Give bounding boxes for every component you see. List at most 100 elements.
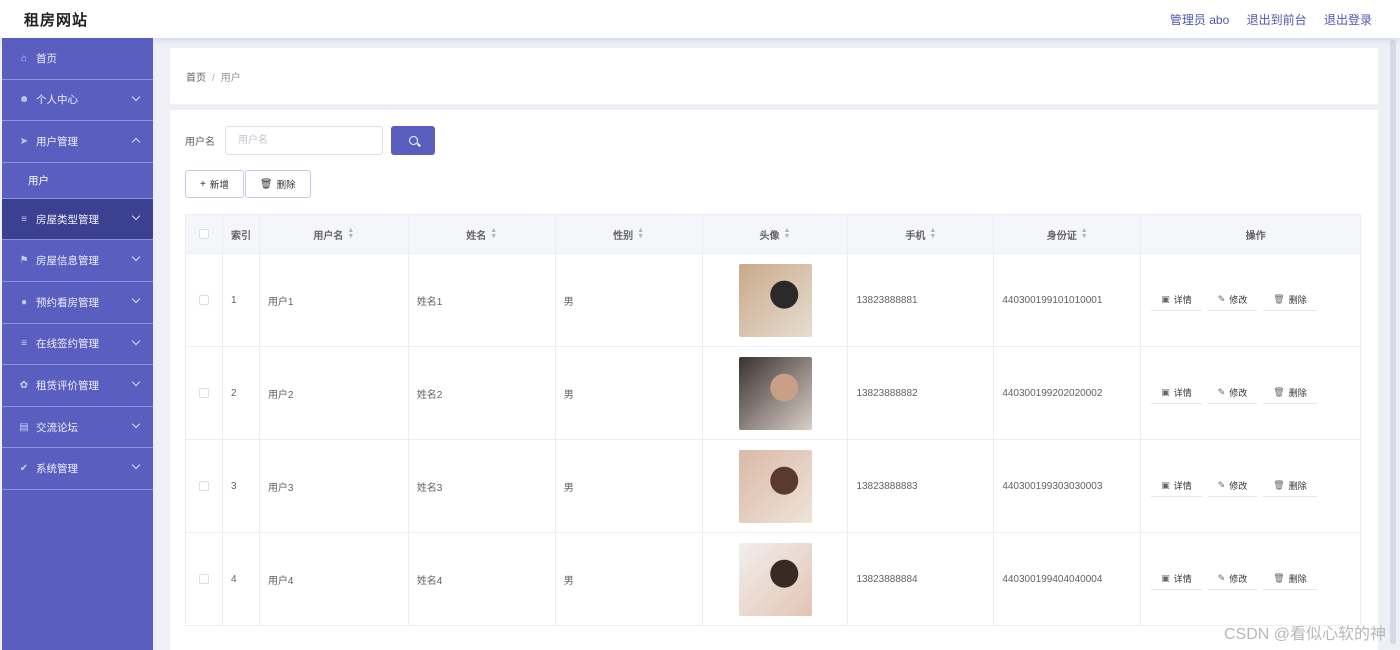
sidebar-item-home[interactable]: ⌂ 首页 <box>2 38 153 80</box>
table-row: 3 用户3 姓名3 男 13823888883 440300199303030003 ▣ 详情… <box>185 440 1361 533</box>
add-button-label: 新增 <box>209 180 229 191</box>
avatar[interactable] <box>738 449 812 523</box>
sidebar-item-house-info-management[interactable]: ⚑ 房屋信息管理 <box>2 240 153 282</box>
avatar[interactable] <box>738 542 812 616</box>
chevron-down-icon <box>131 211 141 221</box>
search-row: 用户名 <box>185 125 435 155</box>
header-sex-label: 性别 <box>613 230 634 242</box>
header-index-label: 索引 <box>230 230 251 242</box>
edit-icon: ✎ <box>1217 480 1226 490</box>
row-checkbox[interactable] <box>198 295 209 305</box>
row-phone: 13823888881 <box>848 254 995 346</box>
edit-button[interactable]: ✎ 修改 <box>1207 475 1258 497</box>
sidebar-item-label: 交流论坛 <box>36 421 78 434</box>
sort-icon[interactable]: ▲ ▼ <box>929 227 936 240</box>
search-button[interactable] <box>391 125 435 155</box>
avatar[interactable] <box>738 263 812 337</box>
row-name: 姓名3 <box>409 440 556 532</box>
sidebar-item-label: 预约看房管理 <box>36 296 99 309</box>
sort-icon[interactable]: ▲ ▼ <box>637 227 644 240</box>
action-row: + 新增 🗑 删除 <box>185 170 312 198</box>
table-row: 1 用户1 姓名1 男 13823888881 440300199101010001 ▣ 详情… <box>185 254 1361 347</box>
batch-delete-button[interactable]: 🗑 删除 <box>244 170 311 198</box>
delete-button[interactable]: 🗑 删除 <box>1263 289 1317 311</box>
exit-to-front-link[interactable]: 退出到前台 <box>1247 13 1307 27</box>
detail-button-label: 详情 <box>1173 574 1192 584</box>
edit-icon: ✎ <box>1217 387 1226 397</box>
header-avatar[interactable]: 头像 ▲ ▼ <box>703 215 849 253</box>
delete-button[interactable]: 🗑 删除 <box>1263 475 1317 497</box>
home-icon: ⌂ <box>20 52 28 64</box>
row-avatar-cell <box>703 440 849 532</box>
trash-icon: 🗑 <box>1273 480 1285 490</box>
sort-icon[interactable]: ▲ ▼ <box>490 227 497 240</box>
main-card: 用户名 + 新增 🗑 删除 索引 用户名▲▼ 姓名▲▼ 性别▲▼ 头像▲▼ 手机… <box>170 110 1378 650</box>
detail-icon: ▣ <box>1161 573 1170 583</box>
delete-button[interactable]: 🗑 删除 <box>1263 568 1317 590</box>
sidebar-item-rental-review[interactable]: ✿ 租赁评价管理 <box>2 365 153 407</box>
edit-button[interactable]: ✎ 修改 <box>1207 568 1258 590</box>
row-checkbox[interactable] <box>198 388 209 398</box>
sidebar-item-system-management[interactable]: ✔ 系统管理 <box>2 448 153 490</box>
page-scrollbar[interactable] <box>1390 40 1396 644</box>
edit-icon: ✎ <box>1217 573 1226 583</box>
person-icon: ☻ <box>18 94 30 106</box>
row-ops: ▣ 详情 ✎ 修改 🗑 删除 <box>1141 440 1360 532</box>
table-body: 1 用户1 姓名1 男 13823888881 440300199101010001 ▣ 详情… <box>185 254 1361 626</box>
trash-icon: 🗑 <box>1273 387 1285 397</box>
detail-button[interactable]: ▣ 详情 <box>1151 382 1202 404</box>
header-name[interactable]: 姓名 ▲ ▼ <box>409 215 556 253</box>
detail-button[interactable]: ▣ 详情 <box>1151 289 1202 311</box>
row-ops: ▣ 详情 ✎ 修改 🗑 删除 <box>1141 254 1360 346</box>
list-icon: ≡ <box>21 338 27 350</box>
admin-user-label: 管理员 abo <box>1169 13 1230 27</box>
sort-icon[interactable]: ▲ ▼ <box>784 227 791 240</box>
header-username[interactable]: 用户名 ▲ ▼ <box>260 215 409 253</box>
select-all-cell <box>186 215 223 253</box>
select-all-checkbox[interactable] <box>198 229 209 239</box>
sidebar-subitem-user[interactable]: 用户 <box>2 162 153 199</box>
sidebar-item-label: 房屋类型管理 <box>36 213 99 226</box>
breadcrumb-current: 用户 <box>220 73 241 84</box>
row-idcard: 440300199202020002 <box>994 347 1142 439</box>
row-phone: 13823888883 <box>848 440 995 532</box>
edit-button[interactable]: ✎ 修改 <box>1207 382 1258 404</box>
edit-button[interactable]: ✎ 修改 <box>1207 289 1258 311</box>
header-idcard[interactable]: 身份证 ▲ ▼ <box>994 215 1142 253</box>
detail-button[interactable]: ▣ 详情 <box>1151 568 1202 590</box>
sort-icon[interactable]: ▲ ▼ <box>1081 227 1088 240</box>
sidebar-item-viewing-appointment[interactable]: ● 预约看房管理 <box>2 282 153 324</box>
trash-icon: 🗑 <box>1273 573 1285 583</box>
delete-button-label: 删除 <box>1288 481 1307 491</box>
sidebar-item-online-contract[interactable]: ≡ 在线签约管理 <box>2 324 153 366</box>
detail-icon: ▣ <box>1161 294 1170 304</box>
row-ops: ▣ 详情 ✎ 修改 🗑 删除 <box>1141 347 1360 439</box>
sidebar-item-personal-center[interactable]: ☻ 个人中心 <box>2 80 153 122</box>
header-phone-label: 手机 <box>905 230 926 242</box>
sort-icon[interactable]: ▲ ▼ <box>347 227 354 240</box>
row-checkbox[interactable] <box>198 574 209 584</box>
username-search-input[interactable] <box>225 125 383 155</box>
row-username: 用户1 <box>260 254 409 346</box>
detail-icon: ▣ <box>1161 387 1170 397</box>
delete-button[interactable]: 🗑 删除 <box>1263 382 1317 404</box>
row-ops: ▣ 详情 ✎ 修改 🗑 删除 <box>1141 533 1360 625</box>
site-title: 租房网站 <box>24 12 89 29</box>
detail-button[interactable]: ▣ 详情 <box>1151 475 1202 497</box>
row-checkbox[interactable] <box>198 481 209 491</box>
header-sex[interactable]: 性别 ▲ ▼ <box>556 215 703 253</box>
logout-link[interactable]: 退出登录 <box>1324 13 1372 27</box>
add-button[interactable]: + 新增 <box>185 170 244 198</box>
sidebar-item-house-type-management[interactable]: ≡ 房屋类型管理 <box>2 198 153 241</box>
watermark: CSDN @看似心软的神 <box>1223 626 1386 643</box>
row-username: 用户4 <box>260 533 409 625</box>
sidebar-item-user-management[interactable]: ➤ 用户管理 <box>2 121 153 163</box>
sidebar-item-forum[interactable]: ▤ 交流论坛 <box>2 407 153 449</box>
breadcrumb-home[interactable]: 首页 <box>186 73 206 84</box>
table-row: 2 用户2 姓名2 男 13823888882 440300199202020002 ▣ 详情… <box>185 347 1361 440</box>
row-idcard: 440300199404040004 <box>994 533 1142 625</box>
sidebar-item-label: 个人中心 <box>36 94 78 107</box>
header-phone[interactable]: 手机 ▲ ▼ <box>848 215 995 253</box>
avatar[interactable] <box>738 356 812 430</box>
header-idcard-label: 身份证 <box>1046 230 1077 242</box>
